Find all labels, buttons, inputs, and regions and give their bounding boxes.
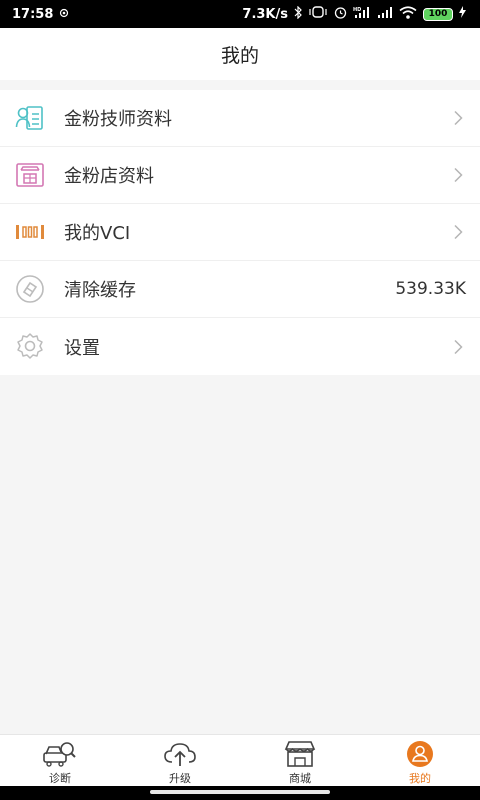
notification-dot-icon xyxy=(59,7,69,22)
tab-label: 诊断 xyxy=(49,772,71,785)
store-icon xyxy=(14,159,46,191)
header: 我的 xyxy=(0,28,480,80)
wifi-icon xyxy=(399,5,417,23)
menu-item-label: 清除缓存 xyxy=(64,280,136,301)
tab-upgrade[interactable]: 升级 xyxy=(120,735,240,786)
menu-item-store-info[interactable]: 金粉店资料 xyxy=(0,147,480,204)
chevron-right-icon xyxy=(450,338,466,356)
bottom-nav: 诊断 升级 商城 我的 xyxy=(0,734,480,786)
charging-icon xyxy=(459,6,466,22)
cloud-upgrade-icon xyxy=(163,740,197,768)
menu-item-settings[interactable]: 设置 xyxy=(0,318,480,375)
page-title: 我的 xyxy=(220,44,259,67)
alarm-icon xyxy=(334,6,347,23)
bluetooth-icon xyxy=(294,5,302,23)
svg-text:HD: HD xyxy=(353,7,361,13)
tab-label: 商城 xyxy=(289,772,311,785)
profile-menu: 金粉技师资料 金粉店资料 我的VCI 清除缓存 539.33K 设置 xyxy=(0,90,480,375)
vci-device-icon xyxy=(14,216,46,248)
tab-label: 升级 xyxy=(169,772,191,785)
system-gesture-bar xyxy=(0,786,480,800)
menu-item-clear-cache[interactable]: 清除缓存 539.33K xyxy=(0,261,480,318)
signal-2-icon xyxy=(377,6,393,22)
shop-icon xyxy=(283,740,317,768)
gear-icon xyxy=(14,331,46,363)
net-speed: 7.3K/s xyxy=(242,6,288,22)
menu-item-label: 金粉店资料 xyxy=(64,166,154,187)
vibrate-icon xyxy=(308,6,328,22)
home-indicator[interactable] xyxy=(150,790,330,794)
chevron-right-icon xyxy=(450,109,466,127)
signal-icon: HD xyxy=(353,6,371,22)
divider xyxy=(0,80,480,90)
menu-item-label: 我的VCI xyxy=(64,223,131,244)
car-search-icon xyxy=(43,740,77,768)
clear-cache-icon xyxy=(14,273,46,305)
technician-card-icon xyxy=(14,102,46,134)
menu-item-label: 设置 xyxy=(64,337,100,359)
chevron-right-icon xyxy=(450,223,466,241)
status-bar: 17:58 7.3K/s HD 100 xyxy=(0,0,480,28)
tab-label: 我的 xyxy=(409,772,431,785)
tab-mine[interactable]: 我的 xyxy=(360,735,480,786)
cache-size-value: 539.33K xyxy=(395,279,466,299)
menu-item-technician-info[interactable]: 金粉技师资料 xyxy=(0,90,480,147)
user-icon xyxy=(403,740,437,768)
chevron-right-icon xyxy=(450,166,466,184)
battery-icon: 100 xyxy=(423,7,453,21)
tab-diagnose[interactable]: 诊断 xyxy=(0,735,120,786)
menu-item-label: 金粉技师资料 xyxy=(64,109,172,130)
tab-shop[interactable]: 商城 xyxy=(240,735,360,786)
menu-item-my-vci[interactable]: 我的VCI xyxy=(0,204,480,261)
status-time: 17:58 xyxy=(12,6,54,22)
